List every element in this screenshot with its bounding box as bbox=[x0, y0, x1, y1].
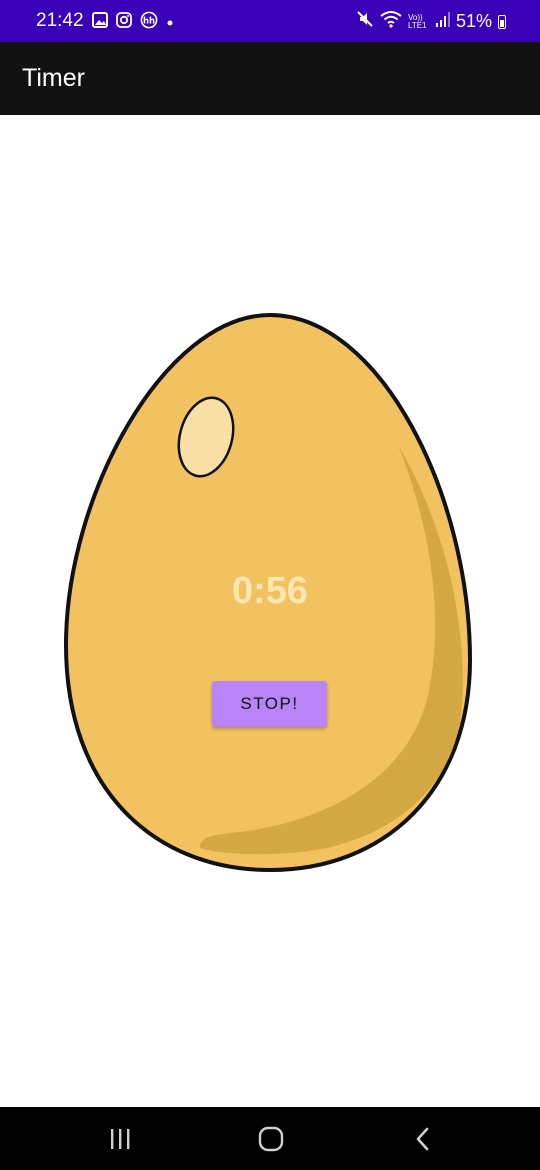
app-title: Timer bbox=[22, 64, 85, 92]
battery-icon bbox=[498, 14, 506, 29]
notification-icons: hh bbox=[92, 11, 174, 34]
back-icon[interactable] bbox=[393, 1119, 453, 1159]
app-bar: Timer bbox=[0, 42, 540, 115]
mute-icon bbox=[356, 10, 374, 33]
status-bar: 21:42 hh Vo)) LTE1 51% bbox=[0, 0, 540, 42]
main-content: 0:56 STOP! bbox=[0, 115, 540, 1107]
network-label: Vo)) LTE1 bbox=[407, 12, 427, 30]
stop-button[interactable]: STOP! bbox=[212, 681, 327, 727]
status-time: 21:42 bbox=[36, 10, 84, 31]
navigation-bar bbox=[0, 1107, 540, 1170]
wifi-icon bbox=[380, 10, 402, 33]
home-icon[interactable] bbox=[241, 1119, 301, 1159]
battery-percent: 51% bbox=[455, 11, 492, 31]
status-right: Vo)) LTE1 51% bbox=[356, 10, 506, 33]
gallery-icon bbox=[92, 12, 108, 33]
svg-text:hh: hh bbox=[143, 17, 155, 27]
timer-display: 0:56 bbox=[231, 570, 309, 612]
dot-icon bbox=[166, 14, 174, 32]
recent-apps-icon[interactable] bbox=[90, 1119, 150, 1159]
signal-icon bbox=[435, 11, 450, 32]
hh-icon: hh bbox=[140, 11, 158, 34]
instagram-icon bbox=[116, 12, 132, 33]
